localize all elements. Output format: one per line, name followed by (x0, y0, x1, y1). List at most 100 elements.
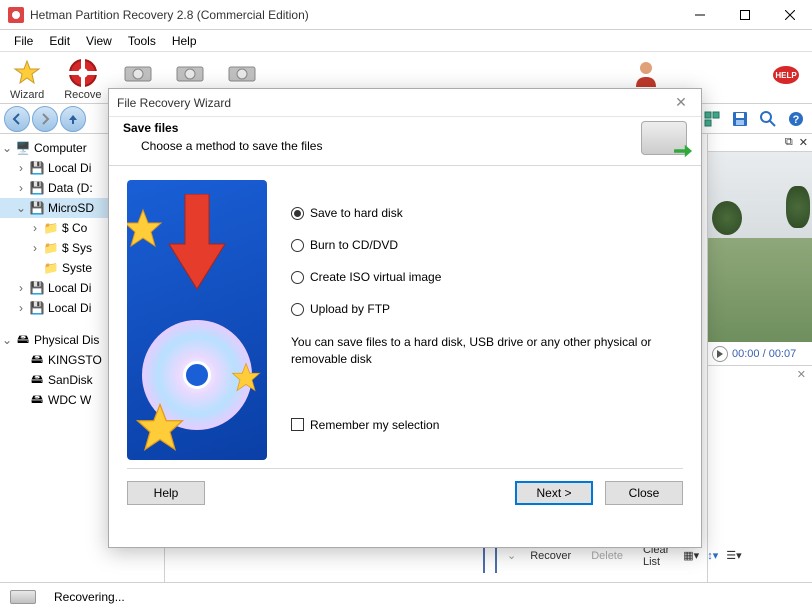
radio-label: Save to hard disk (310, 206, 403, 220)
panel-popout-icon[interactable]: ⧉ (785, 136, 793, 149)
sort-icon[interactable]: ↕▾ (707, 549, 718, 562)
checkbox-label: Remember my selection (310, 418, 439, 432)
nav-save-icon[interactable] (728, 107, 752, 131)
tree-twisty[interactable]: ⌄ (0, 333, 14, 347)
tree-sandisk[interactable]: SanDisk (46, 373, 93, 387)
dialog-subheading: Choose a method to save the files (123, 139, 641, 153)
computer-icon: 🖥️ (14, 141, 32, 155)
status-disk-icon (10, 590, 36, 604)
view-options-icon[interactable]: ▦▾ (683, 549, 699, 562)
tree-twisty[interactable]: › (28, 241, 42, 255)
nav-view-icon[interactable] (700, 107, 724, 131)
preview-panel: ⧉ ✕ 00:00 / 00:07 ✕ (708, 134, 812, 582)
tree-kingston[interactable]: KINGSTO (46, 353, 102, 367)
svg-text:?: ? (793, 114, 800, 126)
tree-twisty[interactable] (28, 261, 42, 275)
recover-button[interactable]: Recover (524, 548, 577, 564)
tree-twisty[interactable]: › (14, 161, 28, 175)
tree-twisty[interactable]: ⌄ (14, 201, 28, 215)
close-button[interactable]: Close (605, 481, 683, 505)
play-button[interactable] (712, 346, 728, 362)
panel-close-icon[interactable]: ✕ (708, 366, 812, 383)
folder-icon: 📁 (42, 261, 60, 275)
tree-localdisk[interactable]: Local Di (46, 161, 91, 175)
maximize-button[interactable] (722, 0, 767, 30)
tree-twisty[interactable] (14, 373, 28, 387)
option-description: You can save files to a hard disk, USB d… (291, 334, 683, 368)
menu-help[interactable]: Help (164, 32, 205, 50)
nav-forward[interactable] (32, 106, 58, 132)
tree-computer[interactable]: Computer (32, 141, 87, 155)
tree-microsd[interactable]: MicroSD (46, 201, 94, 215)
tree-twisty[interactable]: › (28, 221, 42, 235)
titlebar: Hetman Partition Recovery 2.8 (Commercia… (0, 0, 812, 30)
delete-button: Delete (585, 548, 629, 564)
window-title: Hetman Partition Recovery 2.8 (Commercia… (30, 8, 677, 22)
svg-text:HELP: HELP (775, 71, 797, 80)
tree-twisty[interactable] (14, 393, 28, 407)
dialog-close-icon[interactable]: ✕ (669, 91, 693, 115)
nav-up[interactable] (60, 106, 86, 132)
tree-ssys[interactable]: $ Sys (60, 241, 92, 255)
player-time: 00:00 / 00:07 (732, 348, 796, 360)
drive-icon: 🖴 (28, 370, 46, 390)
drive-icon: 🖴 (14, 330, 32, 350)
tree-data[interactable]: Data (D: (46, 181, 93, 195)
radio-label: Create ISO virtual image (310, 270, 441, 284)
tree-localdisk[interactable]: Local Di (46, 301, 91, 315)
minimize-button[interactable] (677, 0, 722, 30)
panel-close-icon[interactable]: ✕ (799, 136, 808, 149)
nav-search-icon[interactable] (756, 107, 780, 131)
radio-upload-ftp[interactable]: Upload by FTP (291, 302, 683, 316)
preview-image (708, 152, 812, 342)
menu-edit[interactable]: Edit (41, 32, 78, 50)
tree-physical[interactable]: Physical Dis (32, 333, 99, 347)
status-text: Recovering... (54, 590, 125, 604)
tree-twisty[interactable] (14, 353, 28, 367)
help-button[interactable]: Help (127, 481, 205, 505)
tool-wizard-label: Wizard (10, 89, 44, 101)
menu-tools[interactable]: Tools (120, 32, 164, 50)
tree-twisty[interactable]: › (14, 301, 28, 315)
status-bar: Recovering... (0, 582, 812, 610)
tool-recover[interactable]: Recove (58, 55, 107, 103)
tree-syste[interactable]: Syste (60, 261, 92, 275)
tool-wizard[interactable]: Wizard (4, 55, 50, 103)
radio-burn-cd[interactable]: Burn to CD/DVD (291, 238, 683, 252)
tree-sco[interactable]: $ Co (60, 221, 87, 235)
harddisk-icon (641, 121, 687, 155)
menu-file[interactable]: File (6, 32, 41, 50)
dialog-title: File Recovery Wizard (117, 96, 669, 110)
radio-create-iso[interactable]: Create ISO virtual image (291, 270, 683, 284)
tree-wdc[interactable]: WDC W (46, 393, 91, 407)
folder-icon: 📁 (42, 221, 60, 235)
radio-label: Burn to CD/DVD (310, 238, 398, 252)
tool-help[interactable]: HELP (764, 55, 808, 103)
tree-localdisk[interactable]: Local Di (46, 281, 91, 295)
wizard-dialog: File Recovery Wizard ✕ Save files Choose… (108, 88, 702, 548)
drive-icon: 💾 (28, 161, 46, 175)
folder-icon: 📁 (42, 241, 60, 255)
nav-help-icon[interactable]: ? (784, 107, 808, 131)
tree-twisty[interactable]: ⌄ (0, 141, 14, 155)
remember-checkbox[interactable]: Remember my selection (291, 418, 683, 432)
filter-icon[interactable]: ☰▾ (726, 549, 741, 562)
tree-twisty[interactable]: › (14, 281, 28, 295)
radio-label: Upload by FTP (310, 302, 390, 316)
app-icon (8, 7, 24, 23)
next-button[interactable]: Next > (515, 481, 593, 505)
drive-icon: 💾 (28, 181, 46, 195)
dialog-heading: Save files (123, 121, 641, 135)
drive-icon: 💾 (28, 281, 46, 295)
close-button[interactable] (767, 0, 812, 30)
nav-back[interactable] (4, 106, 30, 132)
drive-icon: 🖴 (28, 390, 46, 410)
menu-bar: File Edit View Tools Help (0, 30, 812, 52)
tree-twisty[interactable]: › (14, 181, 28, 195)
wizard-illustration (127, 180, 267, 460)
drive-icon: 💾 (28, 301, 46, 315)
tool-recover-label: Recove (64, 89, 101, 101)
radio-save-harddisk[interactable]: Save to hard disk (291, 206, 683, 220)
drive-icon: 🖴 (28, 350, 46, 370)
menu-view[interactable]: View (78, 32, 120, 50)
